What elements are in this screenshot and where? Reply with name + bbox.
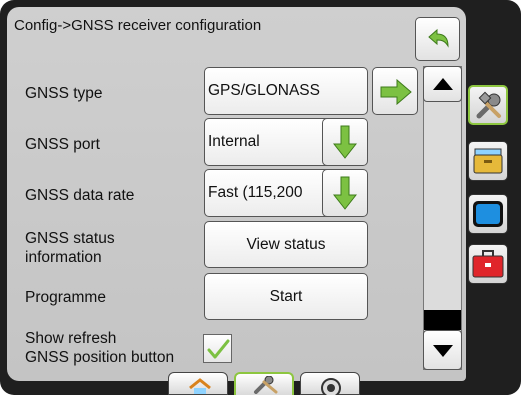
back-arrow-icon xyxy=(425,27,451,51)
right-arrow-icon xyxy=(380,79,412,105)
bottom-tab-home[interactable] xyxy=(168,372,228,395)
down-triangle-icon xyxy=(433,345,453,357)
page-title: Config->GNSS receiver configuration xyxy=(14,17,262,34)
gnss-type-label: GNSS type xyxy=(25,85,103,102)
side-tab-toolbox[interactable] xyxy=(468,244,508,284)
side-tab-folder[interactable] xyxy=(468,141,508,181)
view-status-button[interactable]: View status xyxy=(204,221,368,268)
tools-icon xyxy=(473,90,505,122)
folder-icon xyxy=(473,147,503,175)
down-arrow-icon xyxy=(333,176,357,210)
gnss-type-next-button[interactable] xyxy=(372,67,418,115)
down-arrow-icon xyxy=(333,125,357,159)
side-tab-tools[interactable] xyxy=(468,85,508,125)
gnss-type-field[interactable]: GPS/GLONASS xyxy=(204,67,368,115)
gnss-port-dropdown-button[interactable] xyxy=(322,119,367,165)
bottom-tab-gauge[interactable] xyxy=(300,372,360,395)
checkmark-icon xyxy=(206,337,231,362)
programme-start-button[interactable]: Start xyxy=(204,273,368,320)
gauge-icon xyxy=(320,377,342,395)
scroll-up-button[interactable] xyxy=(423,66,462,102)
show-refresh-checkbox[interactable] xyxy=(203,334,232,363)
programme-start-label: Start xyxy=(269,288,303,305)
scroll-down-button[interactable] xyxy=(423,330,462,370)
gnss-port-label: GNSS port xyxy=(25,136,100,153)
back-button[interactable] xyxy=(415,17,460,61)
view-status-label: View status xyxy=(246,236,326,253)
bottom-tab-tools[interactable] xyxy=(234,372,294,395)
programme-label: Programme xyxy=(25,289,106,306)
gnss-data-rate-value: Fast (115,200 xyxy=(208,184,303,201)
show-refresh-label-line1: Show refresh xyxy=(25,330,117,347)
device-frame: Config->GNSS receiver configuration GNSS… xyxy=(0,0,521,395)
scrollbar-thumb[interactable] xyxy=(424,310,461,330)
gnss-data-rate-dropdown-button[interactable] xyxy=(322,170,367,216)
up-triangle-icon xyxy=(433,78,453,90)
home-icon xyxy=(189,378,211,394)
tools-icon xyxy=(252,376,280,394)
gnss-data-rate-label: GNSS data rate xyxy=(25,187,135,204)
gnss-status-label-line1: GNSS status xyxy=(25,230,115,247)
show-refresh-label: Show refresh GNSS position button xyxy=(25,329,174,367)
gnss-data-rate-field[interactable]: Fast (115,200 xyxy=(204,169,368,217)
gnss-status-label: GNSS status information xyxy=(25,229,115,267)
show-refresh-label-line2: GNSS position button xyxy=(25,349,175,366)
gnss-port-field[interactable]: Internal xyxy=(204,118,368,166)
gnss-status-label-line2: information xyxy=(25,249,102,266)
side-tab-display[interactable] xyxy=(468,194,508,234)
gnss-type-value: GPS/GLONASS xyxy=(208,82,320,99)
display-icon xyxy=(472,200,504,228)
gnss-port-value: Internal xyxy=(208,133,260,150)
toolbox-icon xyxy=(472,250,504,278)
